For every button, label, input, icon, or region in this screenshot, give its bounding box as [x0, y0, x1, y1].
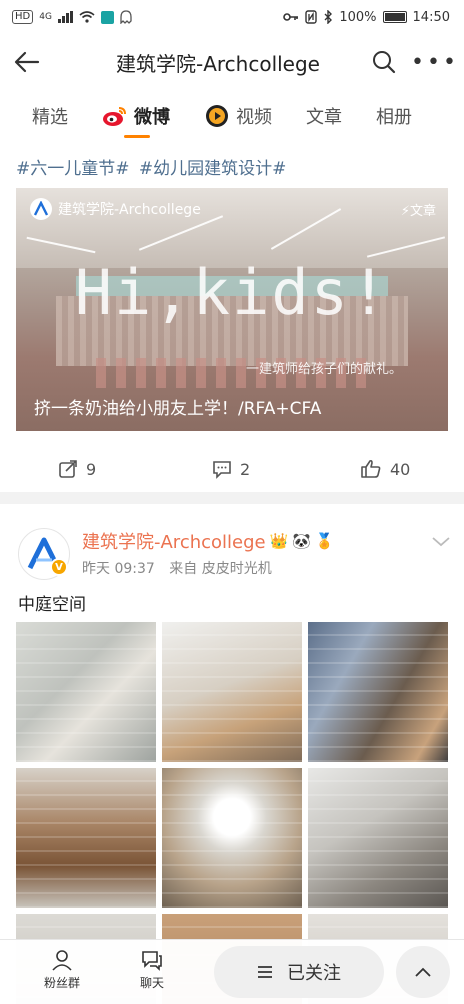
photo-thumbnail[interactable]: [162, 622, 302, 762]
photo-thumbnail[interactable]: [16, 768, 156, 908]
nfc-icon: [305, 10, 318, 24]
profile-tabs: 精选 微博 视频 文章 相册: [0, 90, 464, 142]
tab-video[interactable]: 视频: [170, 90, 272, 142]
comment-button[interactable]: 2: [212, 459, 250, 479]
verified-badge-icon: V: [50, 558, 68, 576]
search-button[interactable]: [362, 34, 406, 90]
photo-thumbnail[interactable]: [162, 768, 302, 908]
battery-percent: 100%: [339, 9, 377, 25]
chevron-up-icon: [415, 967, 431, 977]
like-count: 40: [390, 459, 411, 479]
fans-group-button[interactable]: 粉丝群: [32, 948, 92, 991]
hashtag-link[interactable]: #幼儿园建筑设计#: [139, 159, 287, 179]
comment-icon: [213, 461, 231, 479]
post-card-photos: V 建筑学院-Archcollege 👑 🐼 🏅 昨天 09:37 来自 皮皮时…: [0, 504, 464, 1004]
app-notification-icon: [100, 10, 114, 24]
signal-icon: [57, 11, 73, 23]
ghost-notification-icon: [120, 10, 132, 24]
battery-icon: [382, 11, 407, 23]
post-meta: 昨天 09:37 来自 皮皮时光机: [82, 558, 282, 578]
page-title: 建筑学院-Archcollege: [115, 51, 320, 76]
back-button[interactable]: [0, 34, 54, 90]
following-button[interactable]: 已关注: [214, 946, 384, 998]
weibo-icon: [102, 103, 128, 129]
post-actions: 9 2 40: [0, 452, 464, 486]
chat-icon: [142, 951, 162, 971]
chat-button[interactable]: 聊天: [122, 948, 182, 991]
hd-indicator: HD: [12, 10, 34, 24]
status-bar: HD 4G 100% 14:50: [0, 0, 464, 34]
panda-badge-icon: 🐼: [292, 532, 311, 550]
hashtag-link[interactable]: #六一儿童节#: [16, 159, 130, 179]
comment-count: 2: [240, 459, 251, 479]
repost-count: 9: [86, 459, 97, 479]
chevron-down-icon[interactable]: [430, 530, 452, 552]
video-icon: [204, 103, 230, 129]
tab-featured[interactable]: 精选: [0, 90, 68, 142]
search-icon: [373, 51, 396, 74]
article-headline: Hi,kids!: [74, 256, 390, 329]
photo-thumbnail[interactable]: [16, 622, 156, 762]
key-icon: [283, 13, 299, 21]
article-badge: ⚡文章: [400, 204, 436, 219]
arrow-left-icon: [14, 51, 40, 73]
more-dots-icon: •••: [411, 49, 459, 75]
scroll-top-button[interactable]: [396, 946, 450, 998]
crown-badge-icon: 👑: [269, 532, 289, 550]
medal-badge-icon: 🏅: [314, 532, 334, 550]
archcollege-logo-icon: [30, 198, 52, 220]
tab-articles[interactable]: 文章: [272, 90, 342, 142]
post-text: 中庭空间: [18, 595, 86, 615]
network-type: 4G: [39, 12, 52, 22]
author-name[interactable]: 建筑学院-Archcollege 👑 🐼 🏅: [82, 528, 334, 554]
post-card-article: #六一儿童节# #幼儿园建筑设计# 建筑学院-Archcollege ⚡文章 H…: [0, 142, 464, 492]
thumbs-up-icon: [361, 459, 381, 478]
fans-group-icon: [52, 950, 72, 971]
more-button[interactable]: •••: [406, 34, 464, 90]
bottom-bar: 粉丝群 聊天 已关注: [0, 940, 464, 1004]
clock: 14:50: [412, 9, 450, 25]
article-cover[interactable]: 建筑学院-Archcollege ⚡文章 Hi,kids! 一建筑师给孩子们的献…: [16, 188, 448, 431]
repost-button[interactable]: 9: [58, 459, 96, 479]
post-source: 来自 皮皮时光机: [169, 561, 272, 577]
lightning-icon: ⚡: [400, 204, 410, 219]
menu-icon: [258, 966, 272, 978]
photo-thumbnail[interactable]: [308, 768, 448, 908]
tab-weibo[interactable]: 微博: [68, 90, 170, 142]
photo-thumbnail[interactable]: [308, 622, 448, 762]
wifi-icon: [79, 11, 95, 23]
bluetooth-icon: [324, 10, 333, 24]
post-time: 昨天 09:37: [82, 561, 155, 577]
article-caption: 挤一条奶油给小朋友上学！/RFA+CFA: [34, 399, 322, 419]
article-source: 建筑学院-Archcollege: [30, 198, 201, 220]
repost-icon: [59, 460, 77, 478]
article-subline: 一建筑师给孩子们的献礼。: [245, 362, 402, 377]
navigation-bar: 建筑学院-Archcollege •••: [0, 34, 464, 90]
hashtags: #六一儿童节# #幼儿园建筑设计#: [16, 154, 290, 179]
like-button[interactable]: 40: [360, 459, 410, 479]
tab-albums[interactable]: 相册: [342, 90, 412, 142]
